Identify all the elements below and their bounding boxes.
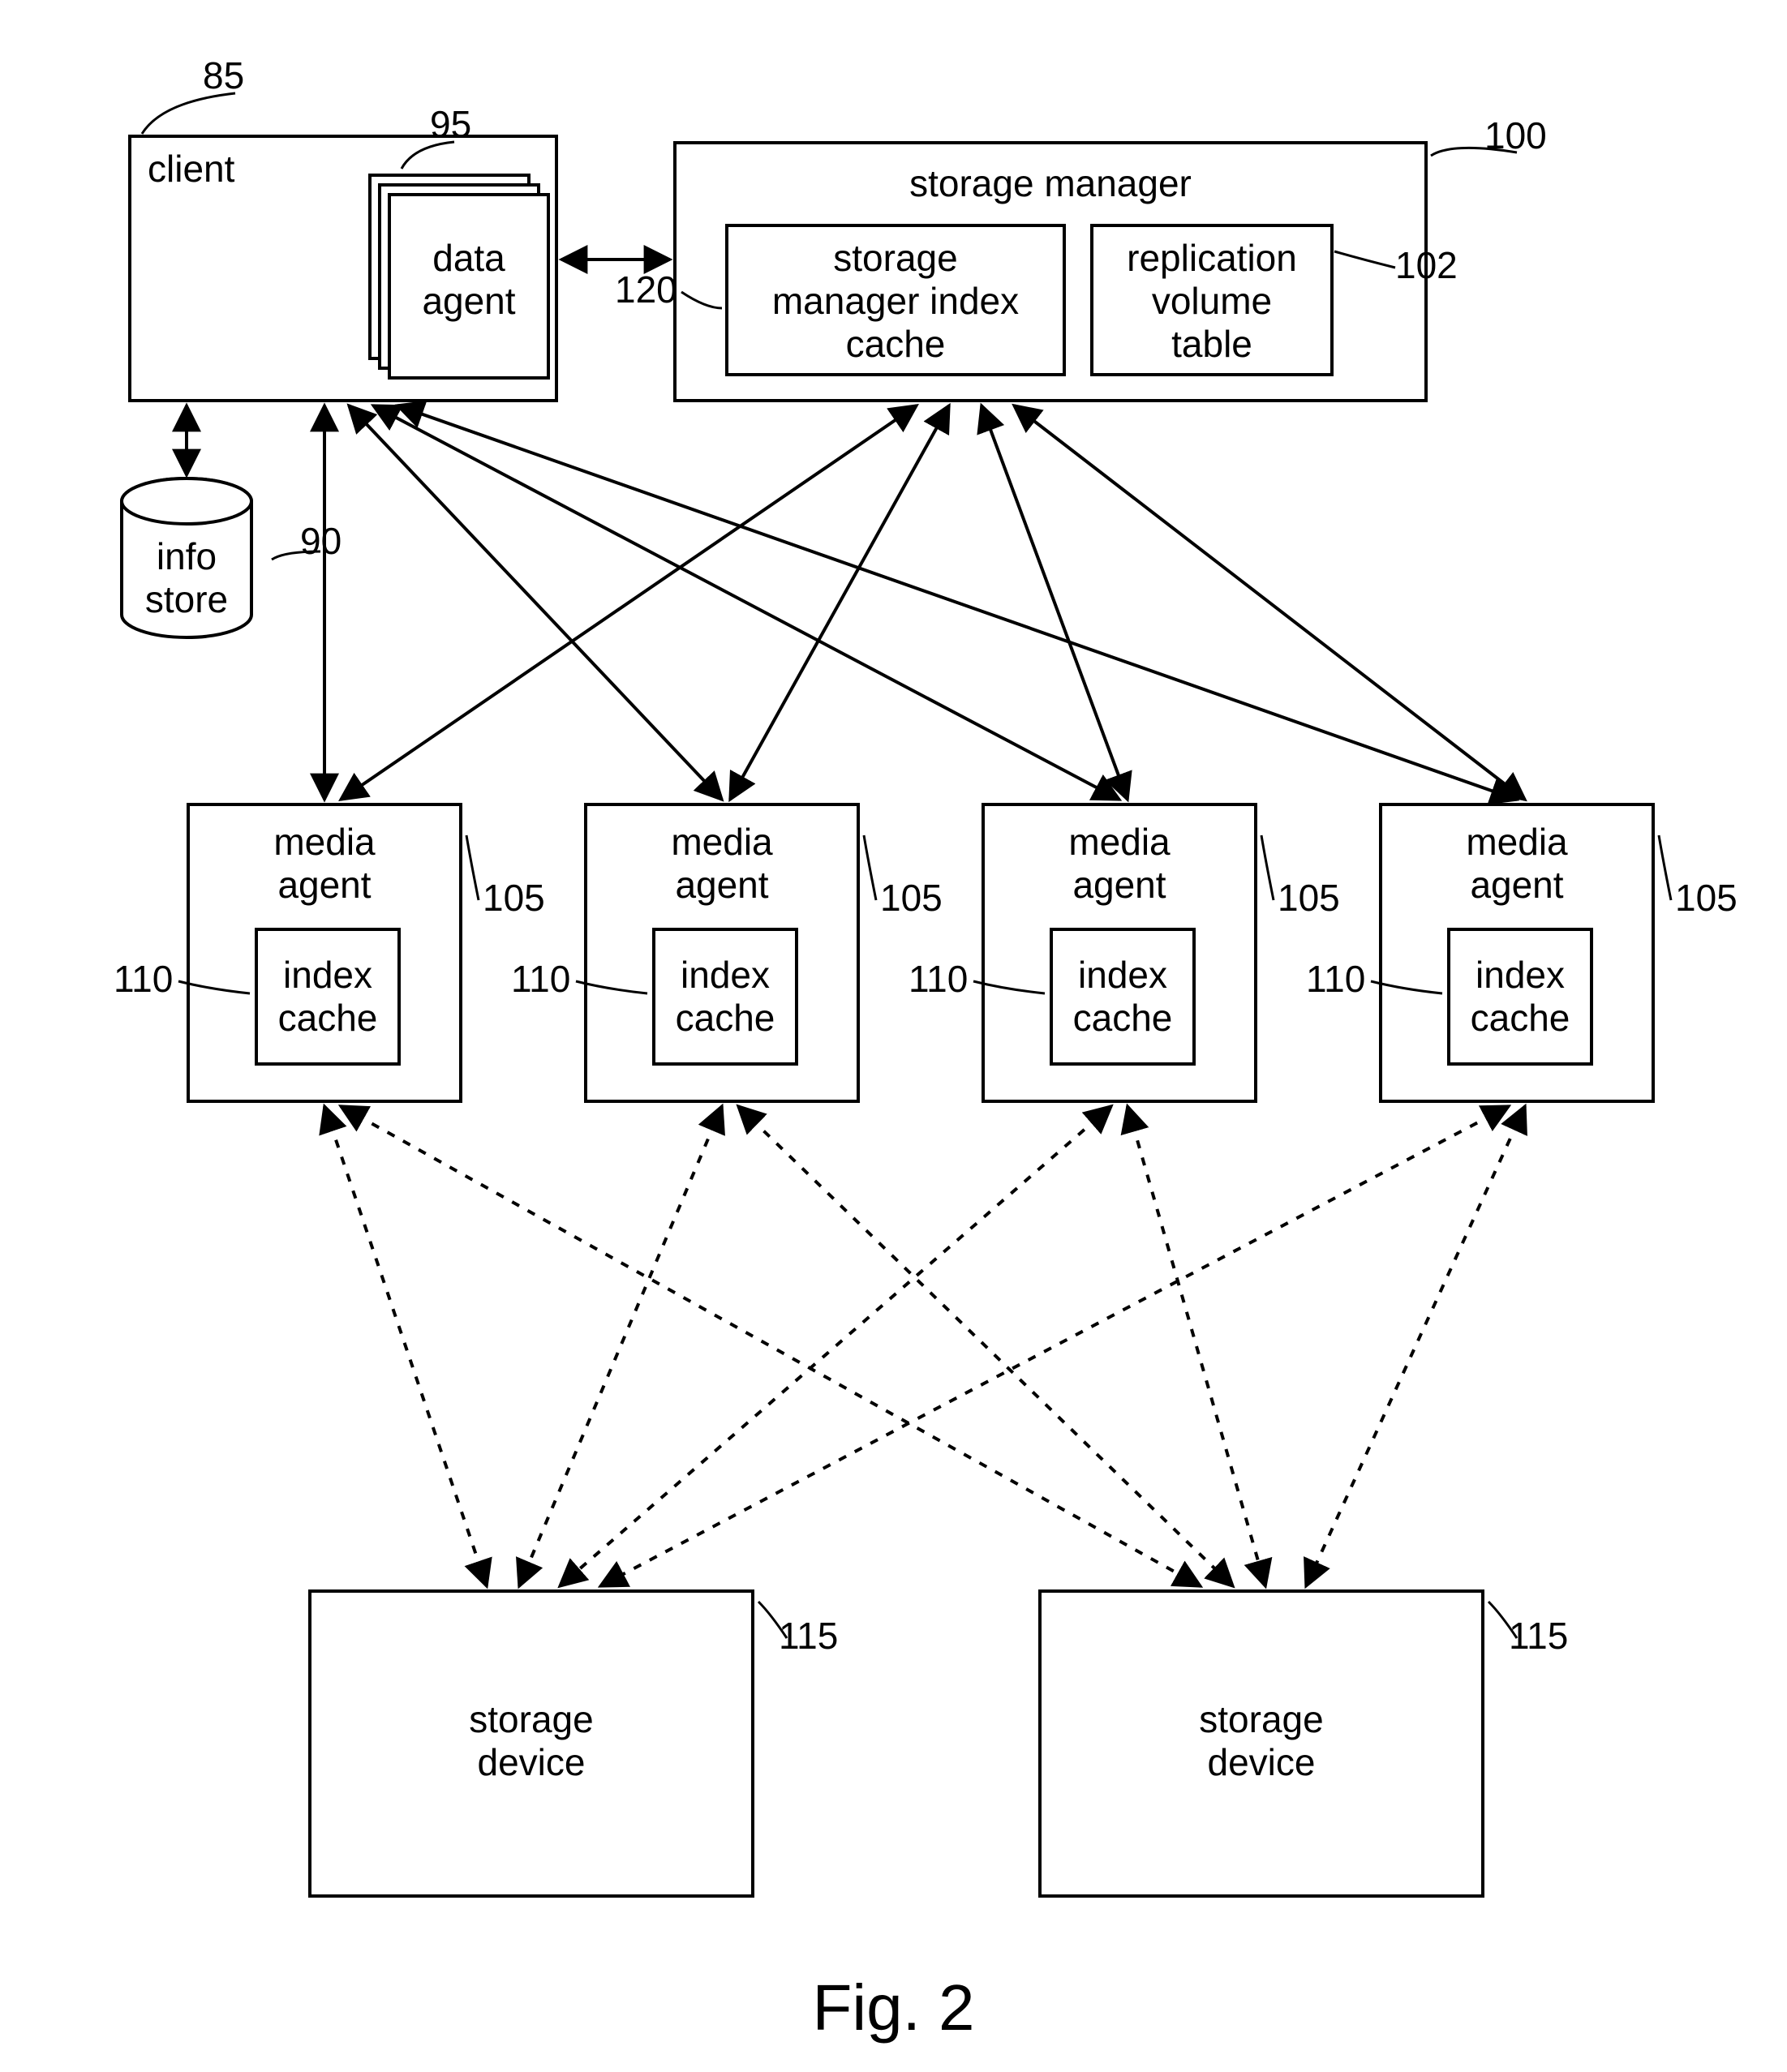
storage-device-box-1: storage device <box>308 1589 754 1898</box>
index-cache-label-2: index cache <box>655 954 795 1040</box>
storage-device-ref-1: 115 <box>779 1614 838 1658</box>
media-agent-ref-outer-4: 105 <box>1675 876 1738 920</box>
storage-manager-ref: 100 <box>1484 114 1547 157</box>
media-agent-ref-outer-3: 105 <box>1278 876 1340 920</box>
storage-manager-label: storage manager <box>677 162 1424 205</box>
index-cache-label-3: index cache <box>1053 954 1192 1040</box>
sm-index-cache-label: storage manager index cache <box>728 237 1063 366</box>
data-agent-ref: 95 <box>430 102 471 146</box>
media-agent-ref-inner-3: 110 <box>909 957 968 1001</box>
diagram-canvas: client data agent 85 95 storage manager … <box>0 0 1787 2072</box>
rep-vol-table-ref: 102 <box>1395 243 1458 287</box>
media-agent-label-2: media agent <box>587 821 857 907</box>
info-store-ref: 90 <box>300 519 342 563</box>
media-agent-ref-inner-4: 110 <box>1306 957 1365 1001</box>
media-agent-label-1: media agent <box>190 821 459 907</box>
client-label: client <box>148 148 234 191</box>
index-cache-label-4: index cache <box>1450 954 1590 1040</box>
media-agent-ref-inner-1: 110 <box>114 957 173 1001</box>
storage-manager-box: storage manager storage manager index ca… <box>673 141 1428 402</box>
client-box: client data agent <box>128 135 558 402</box>
storage-device-label-1: storage device <box>311 1698 751 1784</box>
data-agent-label: data agent <box>391 237 547 323</box>
index-cache-box-3: index cache <box>1050 928 1196 1066</box>
sm-index-cache-box: storage manager index cache <box>725 224 1066 376</box>
index-cache-box-2: index cache <box>652 928 798 1066</box>
storage-device-label-2: storage device <box>1042 1698 1481 1784</box>
info-store-label: info store <box>105 535 268 621</box>
media-agent-label-3: media agent <box>985 821 1254 907</box>
storage-device-ref-2: 115 <box>1509 1614 1568 1658</box>
sm-index-cache-ref: 120 <box>615 268 677 311</box>
data-agent-box: data agent <box>388 193 550 380</box>
media-agent-ref-outer-2: 105 <box>880 876 943 920</box>
media-agent-ref-outer-1: 105 <box>483 876 545 920</box>
index-cache-box-4: index cache <box>1447 928 1593 1066</box>
media-agent-box-1: media agent index cache <box>187 803 462 1103</box>
index-cache-box-1: index cache <box>255 928 401 1066</box>
media-agent-ref-inner-2: 110 <box>511 957 570 1001</box>
client-ref: 85 <box>203 54 244 97</box>
media-agent-box-4: media agent index cache <box>1379 803 1655 1103</box>
media-agent-box-2: media agent index cache <box>584 803 860 1103</box>
figure-caption: Fig. 2 <box>0 1971 1787 2045</box>
media-agent-box-3: media agent index cache <box>982 803 1257 1103</box>
rep-vol-table-label: replication volume table <box>1093 237 1330 366</box>
storage-device-box-2: storage device <box>1038 1589 1484 1898</box>
index-cache-label-1: index cache <box>258 954 397 1040</box>
media-agent-label-4: media agent <box>1382 821 1652 907</box>
rep-vol-table-box: replication volume table <box>1090 224 1334 376</box>
